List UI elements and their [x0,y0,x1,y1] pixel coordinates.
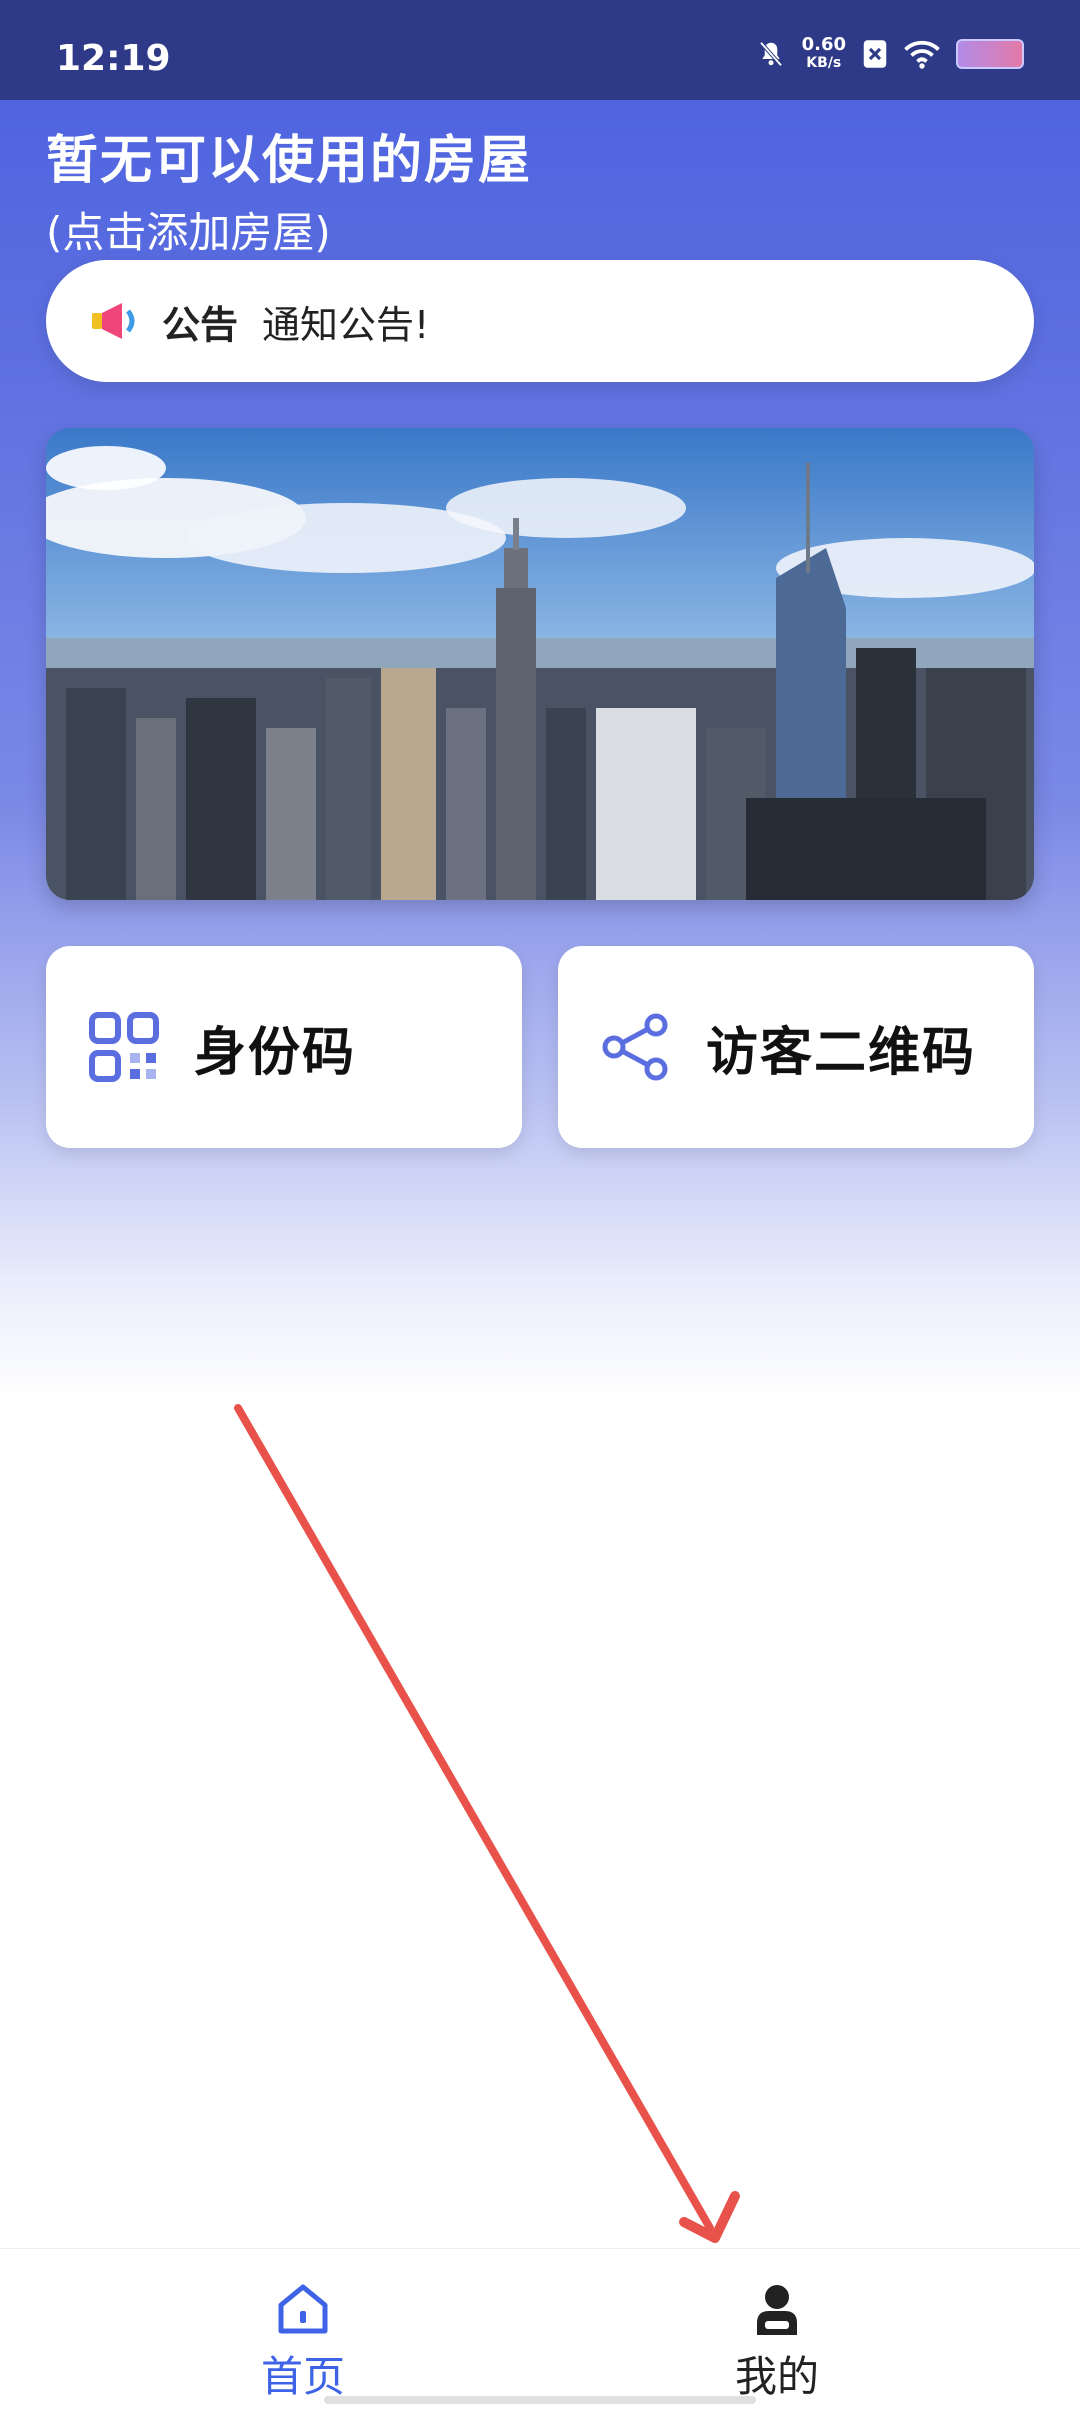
bottom-tab-bar: 首页 我的 [0,2248,1080,2409]
tab-mine-label: 我的 [734,2352,819,2401]
user-icon [757,2285,797,2335]
notice-text: 通知公告! [262,302,430,347]
wifi-icon [904,40,940,69]
house-status[interactable]: 暂无可以使用的房屋 (点击添加房屋) [46,118,532,260]
qr-code-icon [89,1012,159,1082]
tab-home-label: 首页 [260,2352,345,2401]
home-indicator [324,2396,756,2404]
status-bar: 12:19 0.60 KB/s [0,0,1080,100]
net-speed: 0.60 KB/s [801,34,846,72]
visitor-qr-button[interactable]: 访客二维码 [558,946,1034,1148]
megaphone-icon [92,303,135,339]
sim-x-icon [863,40,887,68]
home-icon [278,2284,328,2334]
id-code-label: 身份码 [194,1022,357,1083]
city-skyline-photo [46,428,1034,900]
add-house-hint[interactable]: (点击添加房屋) [46,199,532,260]
status-icons: 0.60 KB/s [756,34,1024,74]
banner-image[interactable] [46,428,1034,900]
status-time: 12:19 [56,38,171,79]
visitor-qr-label: 访客二维码 [706,1022,977,1083]
tab-home[interactable]: 首页 [203,2279,403,2404]
notice-label: 公告 [162,302,239,347]
share-icon [602,1013,668,1081]
battery-icon [956,39,1024,69]
bell-off-icon [759,41,782,67]
tab-mine[interactable]: 我的 [677,2279,877,2404]
notice-bar[interactable]: 公告 通知公告! [46,260,1034,382]
page-title: 暂无可以使用的房屋 [46,131,533,191]
id-code-button[interactable]: 身份码 [46,946,522,1148]
